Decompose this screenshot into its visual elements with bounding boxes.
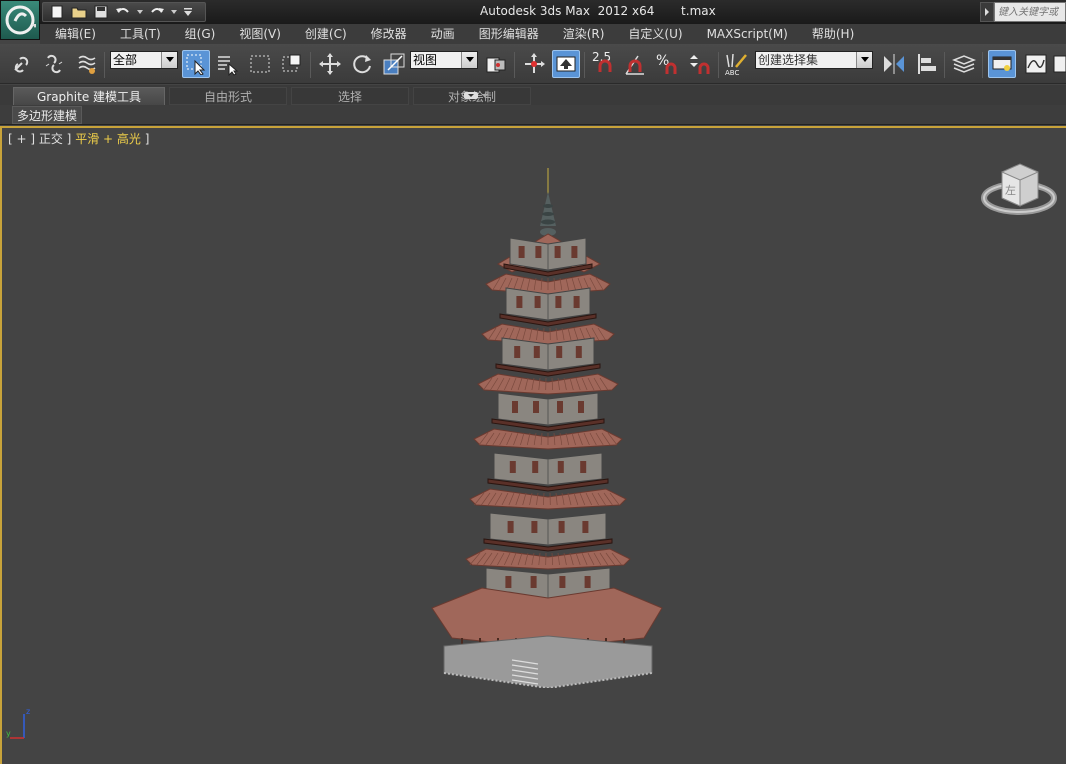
select-and-rotate-icon[interactable] (348, 50, 376, 78)
chevron-down-icon (461, 52, 477, 68)
named-selection-value: 创建选择集 (758, 53, 819, 67)
angle-snap-toggle-icon[interactable] (622, 50, 650, 78)
rectangular-selection-icon[interactable] (246, 50, 274, 78)
selection-filter-dropdown[interactable]: 全部 (110, 51, 178, 69)
view-cube-face-label[interactable]: 左 (1005, 184, 1016, 197)
search-expand-icon[interactable] (980, 2, 994, 22)
ribbon-panel: 多边形建模 (0, 105, 1066, 125)
keyboard-shortcut-override-icon[interactable] (552, 50, 580, 78)
open-folder-icon[interactable] (71, 4, 87, 20)
viewport-label-view[interactable]: [ + ] 正交 ] (8, 132, 75, 146)
main-toolbar: 全部 视图 2.5 % ABC 创建选择集 (0, 44, 1066, 84)
max-logo-icon (5, 5, 36, 35)
menu-tools[interactable]: 工具(T) (108, 24, 173, 44)
svg-text:y: y (6, 729, 11, 738)
save-icon[interactable] (93, 4, 109, 20)
menu-create[interactable]: 创建(C) (293, 24, 359, 44)
app-menu-button[interactable] (0, 0, 40, 40)
bind-to-space-warp-icon[interactable] (74, 50, 102, 78)
chevron-down-icon (161, 52, 177, 68)
unlink-selection-icon[interactable] (40, 50, 68, 78)
title-bar: Autodesk 3ds Max 2012 x64 t.max (0, 0, 1066, 24)
menu-modifiers[interactable]: 修改器 (359, 24, 419, 44)
use-pivot-point-center-icon[interactable] (482, 50, 510, 78)
select-and-link-icon[interactable] (8, 50, 36, 78)
snaps-toggle-icon[interactable]: 2.5 (590, 50, 618, 78)
reference-coordinate-dropdown[interactable]: 视图 (410, 51, 478, 69)
svg-text:z: z (26, 707, 30, 716)
graphite-modeling-tools-icon[interactable] (988, 50, 1016, 78)
named-selection-dropdown[interactable]: 创建选择集 (755, 51, 873, 69)
new-file-icon[interactable] (49, 4, 65, 20)
tab-graphite-modeling-tools[interactable]: Graphite 建模工具 (13, 87, 165, 105)
search-box (980, 2, 1066, 22)
schematic-view-icon[interactable] (1052, 50, 1066, 78)
chevron-down-icon (856, 52, 872, 68)
select-and-scale-icon[interactable] (380, 50, 408, 78)
layer-manager-icon[interactable] (950, 50, 978, 78)
menu-group[interactable]: 组(G) (173, 24, 228, 44)
selection-filter-value: 全部 (113, 53, 138, 67)
reference-coordinate-value: 视图 (413, 53, 438, 67)
menu-graph-editors[interactable]: 图形编辑器 (467, 24, 551, 44)
svg-text:ABC: ABC (725, 69, 739, 76)
viewport[interactable]: [ + ] 正交 ] 平滑 + 高光 ] 左 z y (0, 126, 1066, 764)
menu-views[interactable]: 视图(V) (227, 24, 293, 44)
quick-access-toolbar (42, 2, 206, 22)
align-icon[interactable] (914, 50, 942, 78)
viewport-label-shading[interactable]: 平滑 + 高光 (75, 132, 141, 146)
menu-customize[interactable]: 自定义(U) (616, 24, 694, 44)
redo-dropdown-icon[interactable] (171, 4, 177, 20)
curve-editor-icon[interactable] (1022, 50, 1050, 78)
axis-tripod-icon: z y (6, 707, 30, 739)
viewport-label-end: ] (140, 132, 150, 146)
tab-freeform[interactable]: 自由形式 (169, 87, 287, 105)
mirror-icon[interactable] (880, 50, 908, 78)
undo-icon[interactable] (115, 4, 131, 20)
ribbon-options-icon[interactable] (464, 90, 490, 104)
menu-animation[interactable]: 动画 (419, 24, 467, 44)
window-title: Autodesk 3ds Max 2012 x64 t.max (480, 4, 716, 18)
select-by-name-icon[interactable] (213, 50, 241, 78)
ribbon-tab-bar: Graphite 建模工具 自由形式 选择 对象绘制 (0, 85, 1066, 105)
viewport-label[interactable]: [ + ] 正交 ] 平滑 + 高光 ] (8, 130, 149, 147)
window-crossing-icon[interactable] (278, 50, 306, 78)
polygon-modeling-panel[interactable]: 多边形建模 (12, 106, 83, 124)
customize-toolbar-icon[interactable] (183, 4, 193, 20)
menu-help[interactable]: 帮助(H) (800, 24, 866, 44)
select-and-move-icon[interactable] (316, 50, 344, 78)
view-cube[interactable]: 左 (980, 158, 1058, 222)
menu-maxscript[interactable]: MAXScript(M) (695, 24, 800, 44)
menu-rendering[interactable]: 渲染(R) (551, 24, 617, 44)
redo-icon[interactable] (149, 4, 165, 20)
tab-selection[interactable]: 选择 (291, 87, 409, 105)
menu-bar: 编辑(E) 工具(T) 组(G) 视图(V) 创建(C) 修改器 动画 图形编辑… (40, 24, 1066, 44)
percent-snap-toggle-icon[interactable]: % (654, 50, 682, 78)
spinner-snap-toggle-icon[interactable] (686, 50, 714, 78)
search-input[interactable] (994, 2, 1066, 22)
select-object-icon[interactable] (182, 50, 210, 78)
edit-named-selection-icon[interactable]: ABC (722, 50, 750, 78)
undo-dropdown-icon[interactable] (137, 4, 143, 20)
select-and-manipulate-icon[interactable] (520, 50, 548, 78)
pagoda-model[interactable] (422, 168, 672, 688)
menu-edit[interactable]: 编辑(E) (43, 24, 108, 44)
